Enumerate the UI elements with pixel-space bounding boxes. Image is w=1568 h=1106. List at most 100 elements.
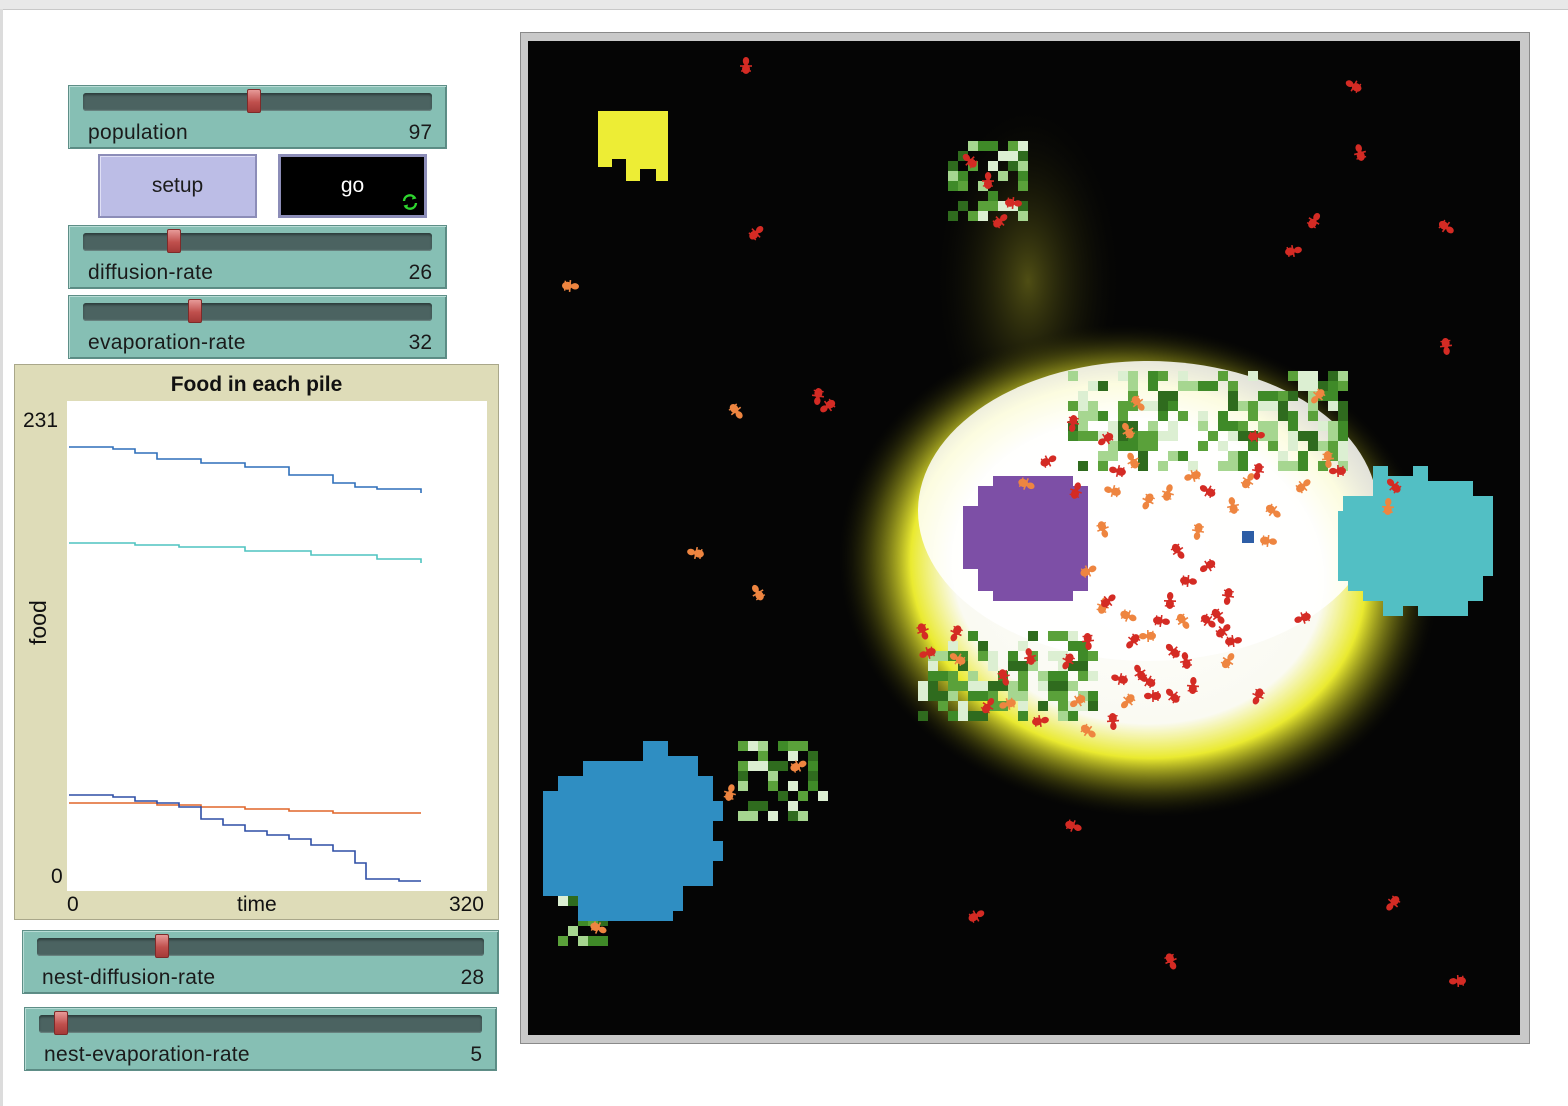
trail-cell <box>1118 401 1128 411</box>
trail-cell <box>598 936 608 946</box>
trail-cell <box>1018 681 1028 691</box>
ant <box>968 910 985 924</box>
trail-cell <box>568 896 578 906</box>
go-button[interactable]: go <box>278 154 427 218</box>
trail-cell <box>808 781 818 791</box>
trail-cell <box>928 691 938 701</box>
ant <box>1449 974 1466 988</box>
population-slider[interactable]: population 97 <box>68 85 447 149</box>
trail-cell <box>958 711 968 721</box>
trail-cell <box>918 711 928 721</box>
trail-cell <box>1048 651 1058 661</box>
ant <box>687 546 704 560</box>
trail-cell <box>578 936 588 946</box>
trail-cell <box>768 811 778 821</box>
trail-cell <box>1268 421 1278 431</box>
trail-cell <box>1108 451 1118 461</box>
trail-cell <box>1018 161 1028 171</box>
trail-cell <box>1228 431 1238 441</box>
trail-cell <box>1078 421 1088 431</box>
trail-cell <box>1248 371 1258 381</box>
trail-cell <box>1278 391 1288 401</box>
slider-thumb[interactable] <box>155 934 170 958</box>
trail-cell <box>1148 441 1158 451</box>
trail-cell <box>798 791 808 801</box>
trail-cell <box>1168 401 1178 411</box>
trail-cell <box>1158 411 1168 421</box>
world-canvas[interactable] <box>528 41 1520 1035</box>
ant <box>1285 244 1302 258</box>
trail-cell <box>1298 381 1308 391</box>
trail-cell <box>1018 181 1028 191</box>
trail-cell <box>1288 431 1298 441</box>
trail-cell <box>558 936 568 946</box>
trail-cell <box>978 201 988 211</box>
trail-cell <box>1318 441 1328 451</box>
trail-cell <box>988 201 998 211</box>
trail-cell <box>968 631 978 641</box>
nest-evaporation-rate-slider[interactable]: nest-evaporation-rate 5 <box>24 1007 497 1071</box>
trail-cell <box>1078 661 1088 671</box>
evaporation-rate-slider[interactable]: evaporation-rate 32 <box>68 295 447 359</box>
go-button-label: go <box>340 174 365 197</box>
world-view-frame <box>520 32 1530 1044</box>
trail-cell <box>1178 451 1188 461</box>
trail-cell <box>968 211 978 221</box>
world-view[interactable] <box>528 41 1520 1035</box>
trail-cell <box>1328 421 1338 431</box>
trail-cell <box>1158 431 1168 441</box>
slider-thumb[interactable] <box>166 229 181 253</box>
trail-cell <box>988 661 998 671</box>
slider-value: 97 <box>408 121 432 144</box>
trail-cell <box>1018 691 1028 701</box>
trail-cell <box>1058 671 1068 681</box>
trail-cell <box>1308 431 1318 441</box>
trail-cell <box>1018 711 1028 721</box>
trail-cell <box>968 671 978 681</box>
trail-cell <box>1228 451 1238 461</box>
trail-cell <box>978 211 988 221</box>
trail-cell <box>1108 441 1118 451</box>
trail-cell <box>1008 141 1018 151</box>
trail-cell <box>1228 461 1238 471</box>
slider-thumb[interactable] <box>54 1011 69 1035</box>
trail-cell <box>1038 681 1048 691</box>
plot-series-line-2 <box>69 542 422 563</box>
trail-cell <box>1338 411 1348 421</box>
trail-cell <box>1338 451 1348 461</box>
trail-cell <box>1048 681 1058 691</box>
trail-cell <box>1208 431 1218 441</box>
trail-cell <box>1168 431 1178 441</box>
trail-cell <box>1268 391 1278 401</box>
trail-cell <box>748 811 758 821</box>
trail-cell <box>768 771 778 781</box>
slider-label: evaporation-rate <box>88 331 246 354</box>
trail-cell <box>738 761 748 771</box>
trail-cell <box>988 681 998 691</box>
trail-cell <box>738 771 748 781</box>
trail-cell <box>1168 421 1178 431</box>
trail-cell <box>758 751 768 761</box>
slider-track[interactable] <box>83 233 432 251</box>
slider-thumb[interactable] <box>247 89 261 113</box>
ant <box>723 784 736 801</box>
diffusion-rate-slider[interactable]: diffusion-rate 26 <box>68 225 447 289</box>
trail-cell <box>1138 461 1148 471</box>
trail-cell <box>1328 431 1338 441</box>
trail-cell <box>1298 461 1308 471</box>
trail-cell <box>1298 371 1308 381</box>
setup-button[interactable]: setup <box>98 154 257 218</box>
ant <box>748 225 764 241</box>
slider-track[interactable] <box>37 938 484 956</box>
food-pile-purple <box>963 476 1088 601</box>
nest-diffusion-rate-slider[interactable]: nest-diffusion-rate 28 <box>22 930 499 994</box>
trail-cell <box>948 641 958 651</box>
slider-track[interactable] <box>39 1015 482 1033</box>
slider-thumb[interactable] <box>187 299 202 323</box>
slider-value: 26 <box>408 261 432 284</box>
plot-xmax-label: 320 <box>448 893 484 916</box>
slider-track[interactable] <box>83 303 432 321</box>
trail-cell <box>1048 631 1058 641</box>
trail-cell <box>1288 461 1298 471</box>
trail-cell <box>1238 461 1248 471</box>
